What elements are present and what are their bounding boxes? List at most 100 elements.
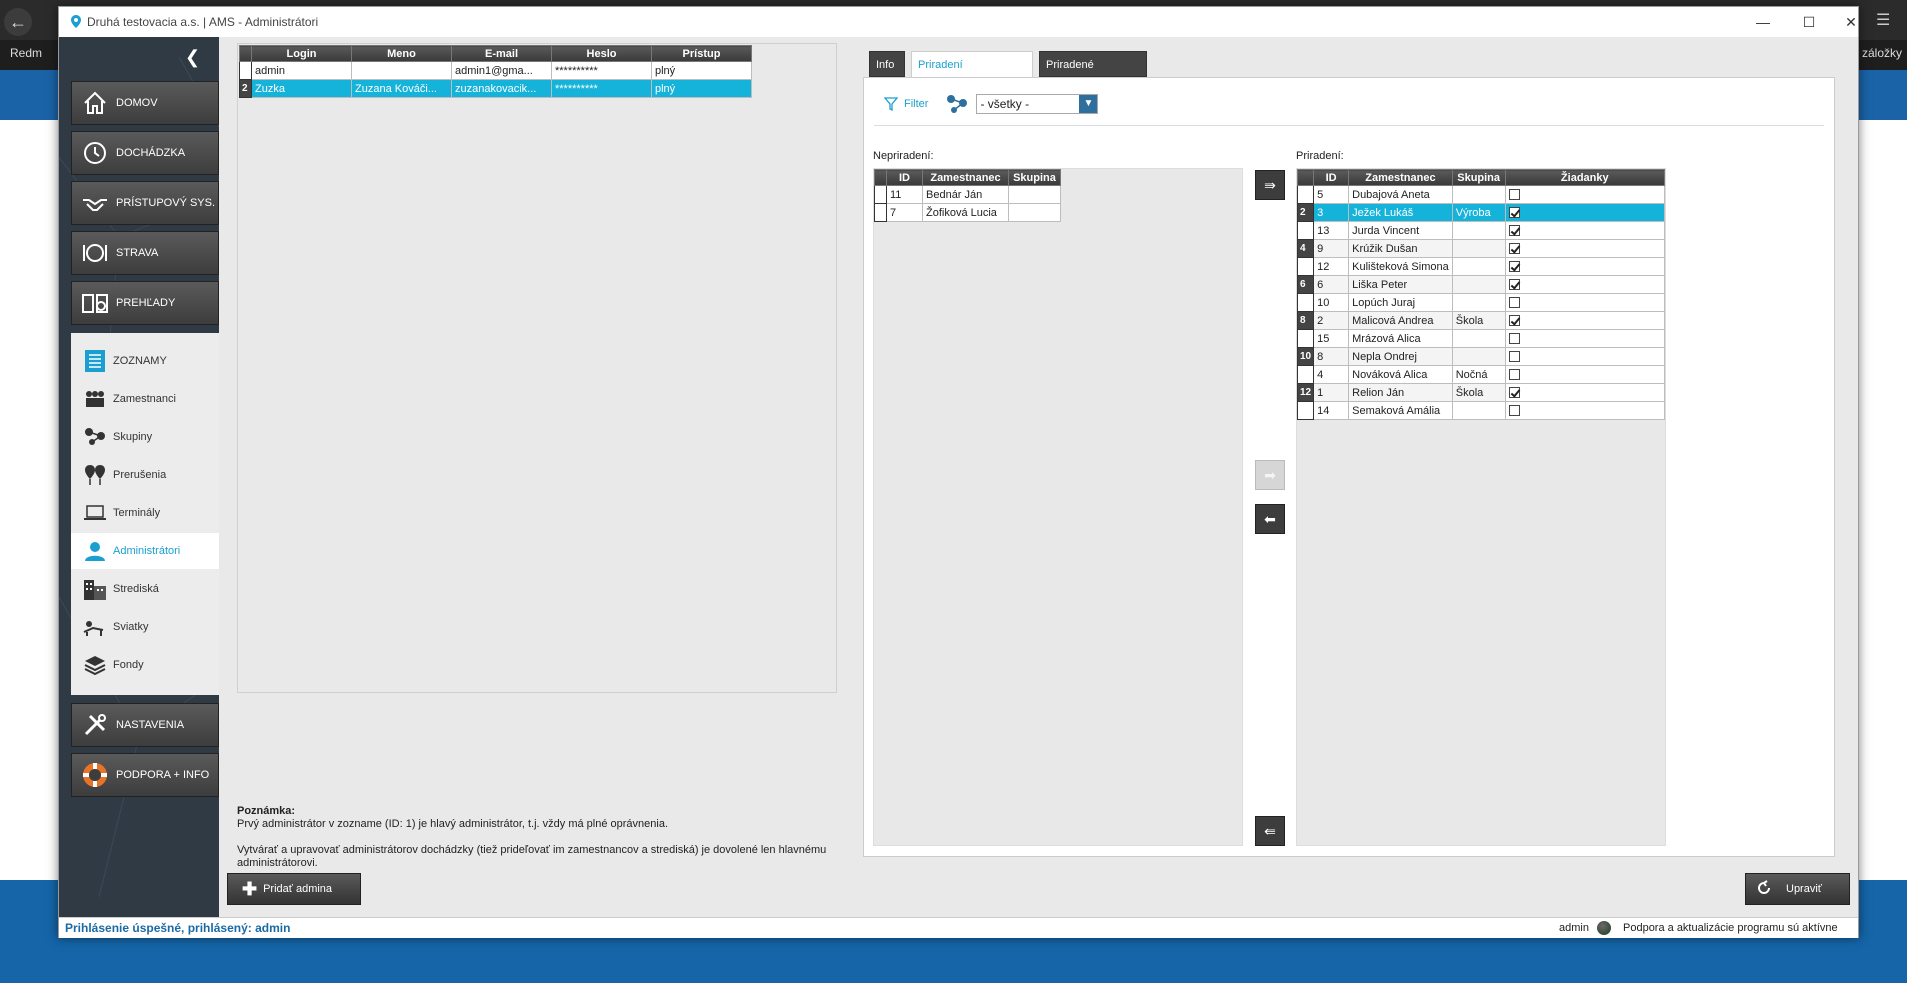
assign-selected-button[interactable]: ➡	[1255, 460, 1285, 490]
column-header-id[interactable]: ID	[1313, 169, 1350, 186]
row-number: 13	[1296, 401, 1315, 420]
cell-id: 6	[1313, 275, 1350, 294]
table-row[interactable]: 4 9 Krúžik Dušan	[1296, 239, 1666, 258]
ziadanky-checkbox[interactable]	[1508, 243, 1520, 255]
status-message: Prihlásenie úspešné, prihlásený: admin	[65, 921, 291, 935]
column-header-email[interactable]: E-mail	[451, 45, 552, 62]
table-row[interactable]: 1 5 Dubajová Aneta	[1296, 185, 1666, 204]
menu-dochadzka[interactable]: DOCHÁDZKA	[71, 131, 219, 175]
ziadanky-checkbox[interactable]	[1508, 333, 1520, 345]
ziadanky-checkbox[interactable]	[1508, 261, 1520, 273]
column-header-zamestnanec[interactable]: Zamestnanec	[1348, 169, 1453, 186]
ziadanky-checkbox[interactable]	[1508, 279, 1520, 291]
cell-name: Mrázová Alica	[1348, 329, 1453, 348]
close-button[interactable]: ✕	[1831, 11, 1871, 33]
filter-icon[interactable]	[884, 97, 898, 111]
cell-heslo: **********	[551, 79, 652, 98]
table-row[interactable]: 2 Zuzka Zuzana Kováči... zuzanakovacik..…	[239, 79, 752, 98]
column-header-heslo[interactable]: Heslo	[551, 45, 652, 62]
table-row[interactable]: 10 8 Nepla Ondrej	[1296, 347, 1666, 366]
table-row[interactable]: 9 15 Mrázová Alica	[1296, 329, 1666, 348]
table-row[interactable]: 2 7 Žofiková Lucia	[874, 203, 1061, 222]
sidebar-item-sviatky[interactable]: Sviatky	[71, 609, 219, 645]
menu-podpora-info[interactable]: PODPORA + INFO	[71, 753, 219, 797]
sidebar-item-administratori[interactable]: Administrátori	[71, 533, 219, 569]
sidebar-item-zamestnanci[interactable]: Zamestnanci	[71, 381, 219, 417]
table-row[interactable]: 1 admin admin1@gma... ********** plný	[239, 61, 752, 80]
collapse-sidebar-button[interactable]: ❮	[185, 47, 200, 68]
maximize-button[interactable]: ☐	[1789, 11, 1829, 33]
menu-label: DOCHÁDZKA	[116, 147, 186, 159]
table-row[interactable]: 6 6 Liška Peter	[1296, 275, 1666, 294]
column-header-meno[interactable]: Meno	[351, 45, 452, 62]
filter-link[interactable]: Filter	[904, 98, 928, 110]
column-header-skupina[interactable]: Skupina	[1008, 169, 1061, 186]
sidebar-item-terminaly[interactable]: Terminály	[71, 495, 219, 531]
browser-back-icon[interactable]: ←	[4, 8, 32, 36]
ziadanky-checkbox[interactable]	[1508, 351, 1520, 363]
submenu-header-zoznamy[interactable]: ZOZNAMY	[71, 343, 219, 379]
unassign-all-button[interactable]: ⇚	[1255, 816, 1285, 846]
edit-button[interactable]: Upraviť	[1745, 873, 1850, 905]
status-bar: Prihlásenie úspešné, prihlásený: admin a…	[59, 917, 1858, 938]
menu-strava[interactable]: STRAVA	[71, 231, 219, 275]
menu-pristupovy-sys[interactable]: PRÍSTUPOVÝ SYS.	[71, 181, 219, 225]
bookmark-left[interactable]: Redm	[10, 46, 42, 60]
column-header-pristup[interactable]: Prístup	[651, 45, 752, 62]
ziadanky-checkbox[interactable]	[1508, 315, 1520, 327]
table-row[interactable]: 12 1 Relion Ján Škola	[1296, 383, 1666, 402]
row-number: 2	[239, 79, 252, 98]
table-row[interactable]: 13 14 Semaková Amália	[1296, 401, 1666, 420]
table-row[interactable]: 8 2 Malicová Andrea Škola	[1296, 311, 1666, 330]
ziadanky-checkbox[interactable]	[1508, 189, 1520, 201]
ziadanky-checkbox[interactable]	[1508, 387, 1520, 399]
tab-priradeni-zamestnanci[interactable]: Priradení zamestnanci	[911, 51, 1033, 97]
minimize-button[interactable]: —	[1743, 11, 1783, 33]
menu-nastavenia[interactable]: NASTAVENIA	[71, 703, 219, 747]
cell-ziadanky	[1504, 401, 1666, 420]
chevron-down-icon[interactable]: ▼	[1079, 95, 1098, 113]
column-header-login[interactable]: Login	[251, 45, 352, 62]
column-header-zamestnanec[interactable]: Zamestnanec	[922, 169, 1009, 186]
column-header-ziadanky[interactable]: Žiadanky	[1504, 169, 1666, 186]
sidebar-item-strediska[interactable]: Strediská	[71, 571, 219, 607]
bookmark-right[interactable]: é záložky	[1852, 46, 1902, 60]
menu-domov[interactable]: DOMOV	[71, 81, 219, 125]
cell-name: Krúžik Dušan	[1348, 239, 1453, 258]
add-admin-button[interactable]: ✚ Pridať admina	[227, 873, 361, 905]
group-filter-select[interactable]: - všetky - ▼	[976, 94, 1099, 114]
table-row[interactable]: 11 4 Nováková Alica Nočná	[1296, 365, 1666, 384]
lifebuoy-icon	[80, 760, 110, 790]
assign-all-button[interactable]: ⇛	[1255, 170, 1285, 200]
ziadanky-checkbox[interactable]	[1508, 297, 1520, 309]
tools-icon	[80, 710, 110, 740]
ziadanky-checkbox[interactable]	[1508, 405, 1520, 417]
submenu-header-label: ZOZNAMY	[113, 355, 167, 367]
sidebar-item-prerusenia[interactable]: Prerušenia	[71, 457, 219, 493]
tab-priradene-strediska[interactable]: Priradené strediská	[1039, 51, 1147, 97]
sidebar-item-skupiny[interactable]: Skupiny	[71, 419, 219, 455]
note-line-1: Prvý administrátor v zozname (ID: 1) je …	[237, 818, 669, 830]
table-row[interactable]: 7 10 Lopúch Juraj	[1296, 293, 1666, 312]
double-arrow-left-icon: ⇚	[1264, 822, 1276, 839]
sidebar-item-fondy[interactable]: Fondy	[71, 647, 219, 683]
cell-id: 9	[1313, 239, 1350, 258]
table-row[interactable]: 3 13 Jurda Vincent	[1296, 221, 1666, 240]
table-row[interactable]: 2 3 Ježek Lukáš Výroba	[1296, 203, 1666, 222]
table-row[interactable]: 5 12 Kulišteková Simona	[1296, 257, 1666, 276]
ziadanky-checkbox[interactable]	[1508, 369, 1520, 381]
table-row[interactable]: 1 11 Bednár Ján	[874, 185, 1061, 204]
column-header-id[interactable]: ID	[886, 169, 923, 186]
filter-row: Filter - všetky - ▼	[884, 92, 1099, 116]
cell-login: admin	[251, 61, 352, 80]
ziadanky-checkbox[interactable]	[1508, 225, 1520, 237]
note-title: Poznámka:	[237, 805, 296, 817]
ziadanky-checkbox[interactable]	[1508, 207, 1520, 219]
sidebar-item-label: Strediská	[113, 583, 159, 595]
menu-prehlady[interactable]: PREHĽADY	[71, 281, 219, 325]
divider	[874, 125, 1824, 126]
column-header-skupina[interactable]: Skupina	[1451, 169, 1506, 186]
unassign-selected-button[interactable]: ⬅	[1255, 504, 1285, 534]
tab-info[interactable]: Info	[869, 51, 905, 77]
browser-menu-icon[interactable]: ☰	[1876, 10, 1890, 30]
